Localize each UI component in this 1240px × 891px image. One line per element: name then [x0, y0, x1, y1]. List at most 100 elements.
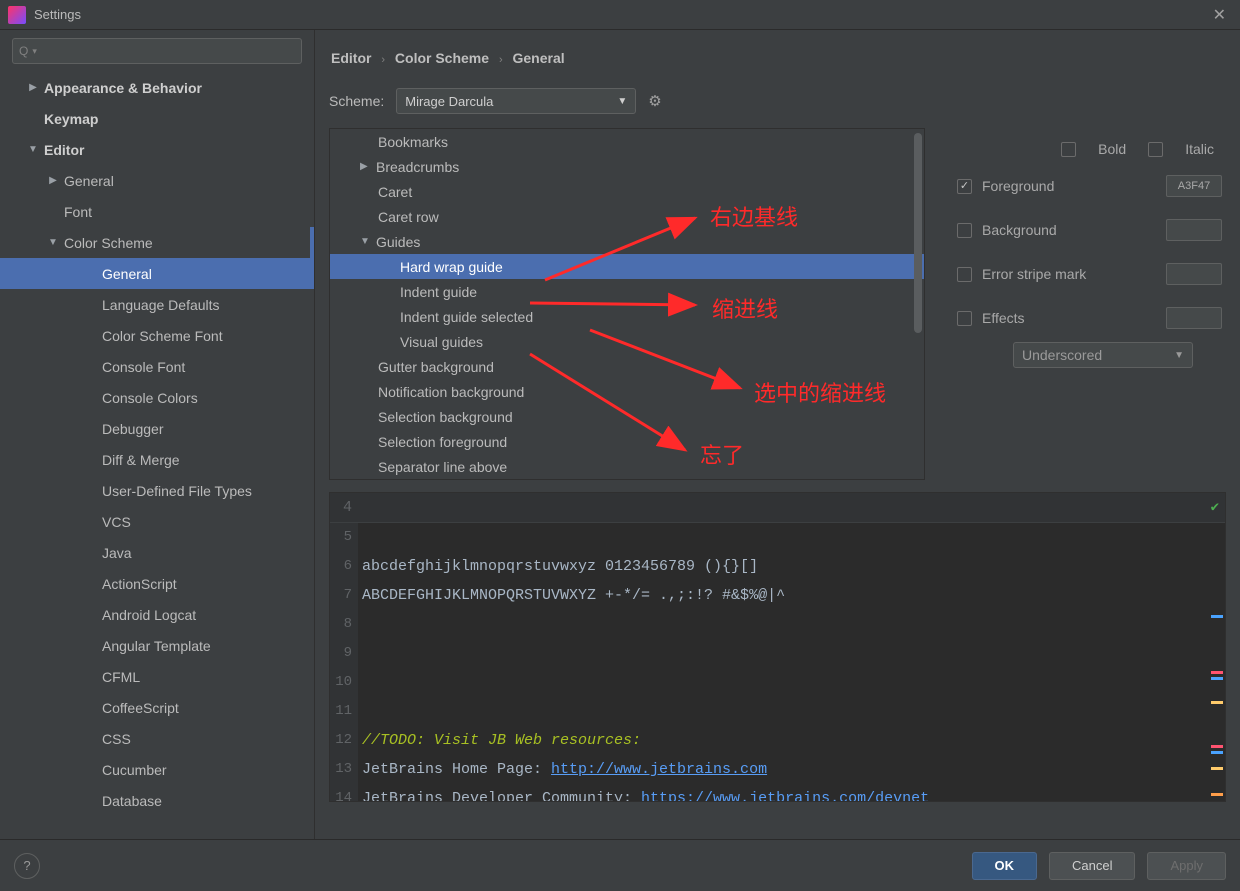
sidebar-item[interactable]: ▶General: [0, 165, 314, 196]
sidebar-item[interactable]: Angular Template: [0, 630, 314, 661]
effects-swatch[interactable]: [1166, 307, 1222, 329]
sidebar-item-label: General: [102, 266, 152, 282]
sidebar-item-label: Diff & Merge: [102, 452, 180, 468]
attribute-item[interactable]: Indent guide: [330, 279, 924, 304]
attribute-item[interactable]: Visual guides: [330, 329, 924, 354]
attribute-label: Caret row: [378, 209, 439, 225]
sidebar-item[interactable]: CSS: [0, 723, 314, 754]
sidebar-item[interactable]: ▶Appearance & Behavior: [0, 72, 314, 103]
attribute-item[interactable]: Gutter background: [330, 354, 924, 379]
settings-tree[interactable]: ▶Appearance & Behavior Keymap ▼Editor▶Gene…: [0, 72, 314, 839]
breadcrumb-general[interactable]: General: [513, 50, 565, 66]
sidebar-item[interactable]: User-Defined File Types: [0, 475, 314, 506]
effects-select[interactable]: Underscored ▼: [1013, 342, 1193, 368]
chevron-right-icon: ›: [493, 54, 509, 66]
sidebar-item-label: CoffeeScript: [102, 700, 179, 716]
sidebar-item-label: User-Defined File Types: [102, 483, 252, 499]
breadcrumb-color-scheme[interactable]: Color Scheme: [395, 50, 489, 66]
code-line: JetBrains Home Page: http://www.jetbrain…: [362, 761, 767, 778]
sidebar-item-label: Keymap: [44, 111, 98, 127]
attribute-item[interactable]: Caret row: [330, 204, 924, 229]
chevron-down-icon: ▼: [617, 96, 627, 107]
attribute-label: Bookmarks: [378, 134, 448, 150]
attribute-label: Indent guide selected: [400, 309, 533, 325]
effects-label: Effects: [982, 310, 1025, 326]
attribute-item[interactable]: ▶Breadcrumbs: [330, 154, 924, 179]
scheme-select[interactable]: Mirage Darcula ▼: [396, 88, 636, 114]
code-line-todo: //TODO: Visit JB Web resources:: [362, 732, 641, 749]
code-line: [362, 703, 371, 720]
sidebar-item[interactable]: ▼Color Scheme: [0, 227, 314, 258]
code-line: ABCDEFGHIJKLMNOPQRSTUVWXYZ +-*/= .,;:!? …: [362, 587, 785, 604]
sidebar-item[interactable]: Cucumber: [0, 754, 314, 785]
code-line: [362, 616, 371, 633]
close-icon[interactable]: ✕: [1207, 1, 1232, 29]
preview-link[interactable]: http://www.jetbrains.com: [551, 761, 767, 778]
sidebar-item[interactable]: Diff & Merge: [0, 444, 314, 475]
italic-label: Italic: [1185, 141, 1214, 157]
attributes-tree[interactable]: Bookmarks ▶Breadcrumbs Caret Caret row ▼Guid…: [329, 128, 925, 480]
error-stripe-checkbox[interactable]: [957, 267, 972, 282]
gutter-num: 4: [330, 493, 358, 523]
sidebar-item-label: Font: [64, 204, 92, 220]
attribute-label: Visual guides: [400, 334, 483, 350]
attribute-item[interactable]: ▼Guides: [330, 229, 924, 254]
attribute-label: Selection background: [378, 409, 513, 425]
breadcrumb: Editor › Color Scheme › General: [329, 40, 1226, 70]
sidebar-item[interactable]: General: [0, 258, 314, 289]
sidebar-item[interactable]: Keymap: [0, 103, 314, 134]
scheme-row: Scheme: Mirage Darcula ▼ ⚙: [329, 88, 1226, 114]
sidebar-item[interactable]: VCS: [0, 506, 314, 537]
effects-checkbox[interactable]: [957, 311, 972, 326]
attribute-item[interactable]: Caret: [330, 179, 924, 204]
chevron-down-icon: ▾: [32, 46, 37, 57]
help-button[interactable]: ?: [14, 853, 40, 879]
ok-button[interactable]: OK: [972, 852, 1038, 880]
code[interactable]: abcdefghijklmnopqrstuvwxyz 0123456789 ()…: [362, 523, 1205, 801]
content: Editor › Color Scheme › General Scheme: …: [315, 30, 1240, 839]
gear-icon[interactable]: ⚙: [648, 92, 661, 110]
cancel-button[interactable]: Cancel: [1049, 852, 1135, 880]
sidebar-item[interactable]: Debugger: [0, 413, 314, 444]
error-stripe-swatch[interactable]: [1166, 263, 1222, 285]
attribute-item[interactable]: Separator line above: [330, 454, 924, 479]
apply-button[interactable]: Apply: [1147, 852, 1226, 880]
scrollbar-thumb[interactable]: [914, 133, 922, 333]
sidebar-item[interactable]: Language Defaults: [0, 289, 314, 320]
sidebar-item[interactable]: Console Font: [0, 351, 314, 382]
breadcrumb-editor[interactable]: Editor: [331, 50, 371, 66]
attribute-item[interactable]: Bookmarks: [330, 129, 924, 154]
sidebar-item-label: VCS: [102, 514, 131, 530]
attribute-item[interactable]: Notification background: [330, 379, 924, 404]
sidebar-item[interactable]: CoffeeScript: [0, 692, 314, 723]
error-stripe-label: Error stripe mark: [982, 266, 1086, 282]
sidebar-item[interactable]: ActionScript: [0, 568, 314, 599]
sidebar-item[interactable]: Database: [0, 785, 314, 816]
foreground-swatch[interactable]: A3F47: [1166, 175, 1222, 197]
sidebar-item-label: Console Font: [102, 359, 185, 375]
sidebar-item[interactable]: Color Scheme Font: [0, 320, 314, 351]
attribute-label: Caret: [378, 184, 412, 200]
sidebar-item[interactable]: Java: [0, 537, 314, 568]
chevron-icon: ▼: [26, 144, 40, 155]
sidebar-item[interactable]: CFML: [0, 661, 314, 692]
sidebar-item[interactable]: Console Colors: [0, 382, 314, 413]
attribute-item[interactable]: Selection background: [330, 404, 924, 429]
sidebar-item-label: ActionScript: [102, 576, 177, 592]
sidebar-item-label: Language Defaults: [102, 297, 220, 313]
attribute-item[interactable]: Hard wrap guide: [330, 254, 924, 279]
bold-checkbox[interactable]: [1061, 142, 1076, 157]
attribute-item[interactable]: Indent guide selected: [330, 304, 924, 329]
background-checkbox[interactable]: [957, 223, 972, 238]
sidebar-item[interactable]: Android Logcat: [0, 599, 314, 630]
italic-checkbox[interactable]: [1148, 142, 1163, 157]
effects-value: Underscored: [1022, 347, 1102, 363]
preview-link[interactable]: https://www.jetbrains.com/devnet: [641, 790, 929, 802]
foreground-checkbox[interactable]: [957, 179, 972, 194]
sidebar-item[interactable]: Font: [0, 196, 314, 227]
background-swatch[interactable]: [1166, 219, 1222, 241]
code-line: abcdefghijklmnopqrstuvwxyz 0123456789 ()…: [362, 558, 758, 575]
sidebar-item[interactable]: ▼Editor: [0, 134, 314, 165]
search-input[interactable]: Q▾: [12, 38, 302, 64]
attribute-item[interactable]: Selection foreground: [330, 429, 924, 454]
